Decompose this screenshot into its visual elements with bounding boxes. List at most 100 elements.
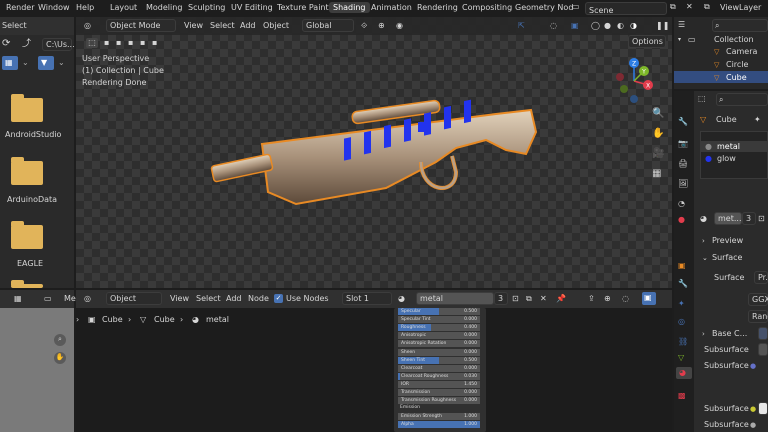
ortho-grid-icon[interactable]: ▦ bbox=[652, 169, 661, 179]
parent-folder-icon[interactable]: ⤴ bbox=[22, 39, 31, 49]
scene-selector[interactable]: Scene bbox=[585, 2, 667, 15]
object-mode-dropdown[interactable]: Object Mode bbox=[106, 19, 176, 32]
folder-icon[interactable] bbox=[11, 157, 43, 185]
tab-layout[interactable]: Layout bbox=[110, 3, 137, 12]
tab-texture-paint[interactable]: Texture Paint bbox=[277, 3, 329, 12]
rendered-shading-icon[interactable]: ◑ bbox=[630, 21, 637, 31]
select-intersect-icon[interactable]: ▪ bbox=[152, 38, 157, 48]
subsurface-method-dropdown[interactable]: Rand... bbox=[748, 310, 768, 323]
physics-tab-icon[interactable]: ◎ bbox=[678, 317, 685, 327]
refresh-icon[interactable]: ⟳ bbox=[2, 39, 10, 49]
pivot-icon[interactable]: ⟐ bbox=[361, 21, 367, 31]
object-tab-icon[interactable]: ▣ bbox=[678, 261, 686, 271]
tab-uv-editing[interactable]: UV Editing bbox=[231, 3, 273, 12]
pin-icon[interactable]: 📌 bbox=[556, 294, 566, 304]
chevron-down-icon[interactable]: ⌄ bbox=[702, 253, 708, 263]
viewport-menu-select[interactable]: Select bbox=[210, 21, 235, 31]
viewport-3d[interactable]: ◎ Object Mode View Select Add Object Glo… bbox=[76, 17, 672, 288]
gun-model[interactable] bbox=[206, 92, 546, 222]
image-mode-icon[interactable]: ▭ bbox=[44, 294, 52, 304]
parent-node-tree-icon[interactable]: ⇪ bbox=[588, 294, 595, 304]
solid-shading-icon[interactable]: ● bbox=[604, 21, 611, 31]
view-layer-icon[interactable]: ⧉ bbox=[704, 2, 710, 12]
proportional-edit-icon[interactable]: ◉ bbox=[396, 21, 403, 31]
select-invert-icon[interactable]: ▪ bbox=[140, 38, 145, 48]
material-name-field[interactable]: met... bbox=[714, 212, 742, 225]
use-nodes-checkbox[interactable]: ✓ bbox=[274, 294, 283, 303]
options-dropdown[interactable]: Options bbox=[628, 35, 666, 48]
overlays-icon[interactable]: ◌ bbox=[622, 294, 629, 304]
tab-geometry-nodes[interactable]: Geometry Nod bbox=[515, 3, 573, 12]
material-users-count[interactable]: 3 bbox=[742, 212, 756, 225]
bsdf-param-slider[interactable]: Transmission 0.000 bbox=[398, 389, 480, 396]
chevron-down-icon[interactable]: ⌄ bbox=[22, 58, 29, 68]
tab-modeling[interactable]: Modeling bbox=[146, 3, 182, 12]
surface-shader-field[interactable]: Pr... bbox=[754, 271, 768, 284]
tab-animation[interactable]: Animation bbox=[371, 3, 412, 12]
unlink-icon[interactable]: ✕ bbox=[540, 294, 547, 304]
tab-rendering[interactable]: Rendering bbox=[417, 3, 458, 12]
subsurface-color-field[interactable] bbox=[758, 402, 768, 415]
fake-user-icon[interactable]: ⊡ bbox=[512, 294, 519, 304]
data-tab-icon[interactable]: ▽ bbox=[678, 353, 684, 363]
folder-label[interactable]: ArduinoData bbox=[7, 195, 57, 205]
filter-button[interactable]: ▼ bbox=[38, 56, 54, 70]
transform-orientation-dropdown[interactable]: Global bbox=[302, 19, 354, 32]
snap-icon[interactable]: ⊕ bbox=[604, 294, 611, 304]
fake-user-icon[interactable]: ⊡ bbox=[758, 214, 765, 224]
outliner-search[interactable]: ⌕ bbox=[712, 19, 768, 32]
view-layer-name[interactable]: ViewLayer bbox=[720, 3, 761, 12]
outliner-item-cube[interactable]: Cube bbox=[726, 73, 747, 83]
select-extend-icon[interactable]: ▪ bbox=[116, 38, 121, 48]
editor-type-icon[interactable]: ◎ bbox=[84, 21, 91, 31]
editor-type-icon[interactable]: ▦ bbox=[14, 294, 22, 304]
expand-icon[interactable]: ▾ bbox=[678, 35, 681, 45]
material-name-field[interactable]: metal bbox=[416, 292, 494, 305]
outliner-row-selected[interactable] bbox=[674, 71, 768, 83]
chevron-down-icon[interactable]: ⌄ bbox=[58, 58, 65, 68]
viewport-menu-add[interactable]: Add bbox=[240, 21, 256, 31]
menu-window[interactable]: Window bbox=[38, 3, 70, 12]
scene-icon[interactable]: ▭ bbox=[572, 2, 580, 11]
shader-type-dropdown[interactable]: Object bbox=[106, 292, 162, 305]
select-box-icon[interactable]: ⬚ bbox=[86, 38, 98, 48]
chevron-right-icon[interactable]: › bbox=[702, 236, 705, 246]
subsurface-field[interactable] bbox=[758, 343, 768, 356]
viewport-menu-view[interactable]: View bbox=[184, 21, 203, 31]
bsdf-param-slider[interactable]: Clearcoat 0.000 bbox=[398, 364, 480, 372]
node-menu-select[interactable]: Select bbox=[196, 294, 221, 304]
folder-icon[interactable] bbox=[11, 94, 43, 122]
wireframe-shading-icon[interactable]: ◯ bbox=[591, 21, 600, 31]
image-canvas[interactable] bbox=[0, 308, 74, 432]
zoom-icon[interactable]: ⌕ bbox=[54, 334, 66, 346]
modifier-tab-icon[interactable]: 🔧 bbox=[678, 279, 688, 289]
folder-icon[interactable] bbox=[11, 280, 43, 288]
duplicate-icon[interactable]: ⧉ bbox=[526, 294, 532, 304]
pause-icon[interactable]: ❚❚ bbox=[656, 21, 669, 31]
node-menu-add[interactable]: Add bbox=[226, 294, 242, 304]
breadcrumb-object[interactable]: Cube bbox=[102, 315, 123, 325]
material-slot-glow[interactable]: glow bbox=[717, 154, 736, 164]
snap-icon[interactable]: ⊕ bbox=[378, 21, 385, 31]
folder-label[interactable]: EAGLE bbox=[17, 259, 43, 269]
bsdf-param-slider[interactable]: Anisotropic Rotation 0.000 bbox=[398, 340, 480, 348]
breadcrumb-material[interactable]: metal bbox=[206, 315, 229, 325]
folder-label[interactable]: AndroidStudio bbox=[5, 130, 61, 140]
pan-hand-icon[interactable]: ✋ bbox=[652, 129, 664, 139]
viewport-menu-object[interactable]: Object bbox=[263, 21, 289, 31]
material-browse-icon[interactable]: ◕ bbox=[398, 294, 405, 304]
tool-tab-icon[interactable]: 🔧 bbox=[678, 117, 688, 127]
socket-icon[interactable]: ● bbox=[750, 404, 756, 414]
xray-icon[interactable]: ▣ bbox=[571, 21, 579, 31]
node-editor[interactable]: ◎ Object View Select Add Node ✓ Use Node… bbox=[76, 290, 672, 432]
world-tab-icon[interactable]: ● bbox=[678, 215, 685, 225]
material-users-count[interactable]: 3 bbox=[494, 292, 508, 305]
tab-shading[interactable]: Shading bbox=[329, 2, 370, 13]
scene-tab-icon[interactable]: ◔ bbox=[678, 199, 685, 209]
tab-sculpting[interactable]: Sculpting bbox=[188, 3, 225, 12]
select-new-icon[interactable]: ▪ bbox=[104, 38, 109, 48]
socket-icon[interactable]: ● bbox=[750, 361, 756, 371]
breadcrumb-mesh[interactable]: Cube bbox=[154, 315, 175, 325]
select-subtract-icon[interactable]: ▪ bbox=[128, 38, 133, 48]
close-scene-icon[interactable]: ✕ bbox=[686, 2, 693, 11]
